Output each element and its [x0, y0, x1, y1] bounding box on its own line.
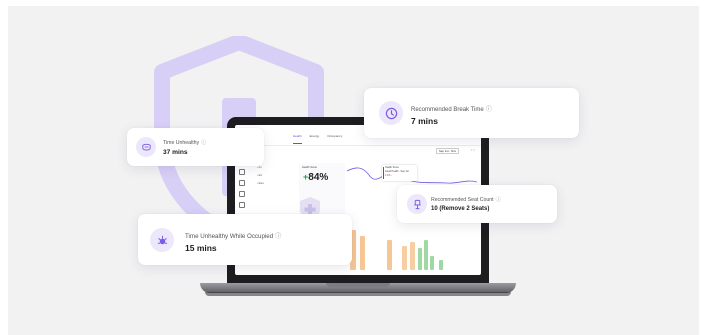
tab-occupancy[interactable]: Occupancy: [327, 134, 342, 142]
info-icon[interactable]: ⓘ: [275, 233, 281, 240]
mask-icon: [136, 137, 156, 157]
break-time-card: Recommended Break Time ⓘ 7 mins: [364, 88, 579, 138]
location-icon[interactable]: [239, 180, 245, 186]
info-icon[interactable]: ⓘ: [486, 107, 492, 113]
time-unhealthy-card: Time Unhealthy ⓘ 37 mins: [127, 128, 264, 166]
health-score-label: Health Score: [302, 166, 317, 169]
time-unhealthy-value: 37 mins: [163, 149, 188, 156]
sidebar: [239, 169, 245, 213]
time-unhealthy-title: Time Unhealthy ⓘ: [163, 140, 207, 146]
green-dot-columns: [418, 240, 443, 270]
seat-count-value: 10 (Remove 2 Seats): [431, 206, 490, 212]
tab-energy[interactable]: Energy: [310, 134, 320, 142]
list-item[interactable]: • Au: [257, 166, 264, 169]
seat-count-title: Recommended Seat Count ⓘ: [431, 197, 501, 203]
unhealthy-occupied-title: Time Unhealthy While Occupied ⓘ: [185, 233, 282, 240]
date-filter[interactable]: Sep 1st - Nov: [436, 148, 459, 154]
clock-icon: [379, 101, 403, 125]
info-icon[interactable]: ⓘ: [201, 140, 206, 146]
cloud-icon[interactable]: [239, 169, 245, 175]
break-time-value: 7 mins: [411, 116, 438, 126]
list-item[interactable]: • Elsa: [257, 182, 264, 185]
app-tabs: Health Energy Occupancy: [293, 134, 342, 144]
info-icon[interactable]: ⓘ: [496, 197, 501, 203]
laptop-shadow: [205, 292, 511, 296]
divider: [235, 145, 481, 146]
orange-dot-columns: [350, 230, 415, 270]
seat-icon: [407, 194, 427, 214]
tooltip-badge: 1.4% ↓: [385, 174, 393, 177]
health-score-value: +84%: [303, 172, 329, 183]
tab-health[interactable]: Health: [293, 134, 302, 144]
unhealthy-occupied-card: Time Unhealthy While Occupied ⓘ 15 mins: [138, 214, 352, 265]
seat-count-card: Recommended Seat Count ⓘ 10 (Remove 2 Sea…: [397, 185, 557, 223]
group-list: • Au • Ed • Elsa: [257, 166, 264, 190]
building-icon[interactable]: [239, 202, 245, 208]
laptop-notch: [326, 283, 390, 287]
break-time-title: Recommended Break Time ⓘ: [411, 107, 492, 113]
virus-icon: [150, 228, 174, 252]
unhealthy-occupied-value: 15 mins: [185, 243, 217, 253]
list-item[interactable]: • Ed: [257, 174, 264, 177]
pager[interactable]: < >: [471, 148, 475, 152]
chart-tooltip: Health Score Good Health · Sep 1st 1.4% …: [382, 165, 417, 181]
grid-icon[interactable]: [239, 191, 245, 197]
